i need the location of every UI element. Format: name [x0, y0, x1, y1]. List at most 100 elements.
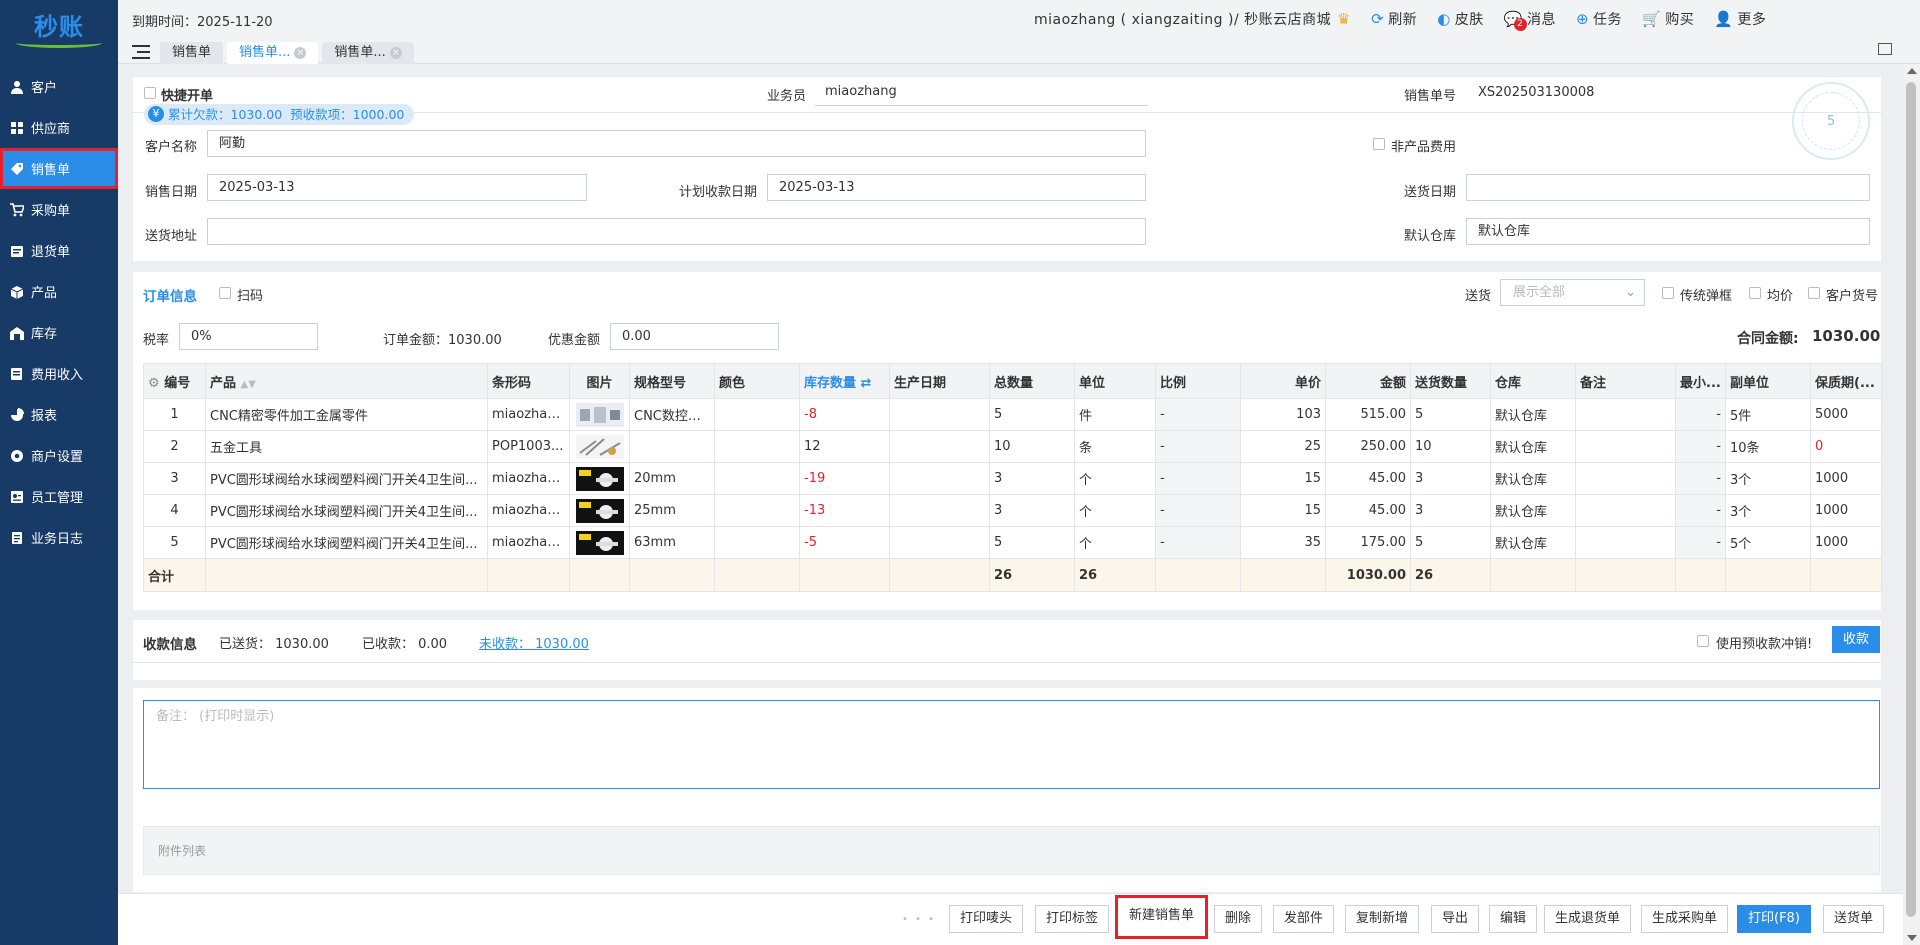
cell-warehouse[interactable]: 默认仓库 — [1490, 462, 1576, 495]
delivery-note-button[interactable]: 送货单 — [1823, 905, 1885, 933]
cell-product[interactable]: PVC圆形球阀给水球阀塑料阀门开关4卫生间... — [205, 526, 488, 559]
swap-icon[interactable]: ⇄ — [861, 376, 872, 391]
more-actions-ellipsis[interactable]: • • • — [902, 914, 936, 925]
cell-barcode[interactable]: miaozhan... — [487, 462, 570, 495]
col-image[interactable]: 图片 — [569, 363, 630, 399]
table-row[interactable]: 4 PVC圆形球阀给水球阀塑料阀门开关4卫生间... miaozhan... 2… — [143, 494, 1882, 527]
more-button[interactable]: 👤 更多 — [1714, 9, 1766, 29]
cell-spec[interactable]: 20mm — [629, 462, 715, 495]
col-color[interactable]: 颜色 — [714, 363, 800, 399]
col-stock[interactable]: 库存数量 ⇄ — [799, 363, 890, 399]
discount-field[interactable]: 0.00 — [610, 323, 779, 350]
sort-icon[interactable]: ▲▼ — [241, 379, 256, 390]
cell-note[interactable] — [1575, 526, 1676, 559]
tab-sales-detail-active[interactable]: 销售单... × — [227, 42, 319, 64]
cell-deliver[interactable]: 10 — [1410, 430, 1491, 463]
cell-note[interactable] — [1575, 398, 1676, 431]
cell-amount[interactable]: 515.00 — [1325, 398, 1411, 431]
sale-date-field[interactable]: 2025-03-13 — [207, 174, 587, 201]
cell-amount[interactable]: 45.00 — [1325, 462, 1411, 495]
cell-unit[interactable]: 个 — [1074, 462, 1156, 495]
tab-sales-detail[interactable]: 销售单... × — [322, 42, 414, 64]
cell-barcode[interactable]: miaozhan... — [487, 526, 570, 559]
table-row[interactable]: 5 PVC圆形球阀给水球阀塑料阀门开关4卫生间... miaozhan... 6… — [143, 526, 1882, 559]
col-unit[interactable]: 单位 — [1074, 363, 1156, 399]
scan-checkbox[interactable] — [219, 287, 231, 299]
buy-button[interactable]: 🛒 购买 — [1642, 9, 1694, 29]
edit-button[interactable]: 编辑 — [1489, 905, 1538, 933]
cell-price[interactable]: 35 — [1240, 526, 1326, 559]
cell-price[interactable]: 15 — [1240, 462, 1326, 495]
copy-new-button[interactable]: 复制新增 — [1345, 905, 1420, 933]
col-subunit[interactable]: 副单位 — [1725, 363, 1811, 399]
cell-note[interactable] — [1575, 462, 1676, 495]
close-icon[interactable]: × — [294, 46, 307, 59]
quick-open-checkbox[interactable] — [144, 87, 156, 99]
collect-button[interactable]: 收款 — [1832, 626, 1880, 653]
cell-color[interactable] — [714, 494, 800, 527]
cell-image[interactable] — [569, 494, 630, 527]
sidebar-item-return[interactable]: 退货单 — [0, 230, 118, 271]
unpaid-link[interactable]: 未收款： 1030.00 — [479, 633, 589, 652]
cell-image[interactable] — [569, 462, 630, 495]
menu-toggle-icon[interactable] — [132, 45, 150, 59]
generate-purchase-button[interactable]: 生成采购单 — [1641, 905, 1729, 933]
address-field[interactable] — [207, 218, 1146, 245]
cell-unit[interactable]: 个 — [1074, 494, 1156, 527]
cell-qty[interactable]: 10 — [989, 430, 1075, 463]
table-row[interactable]: 1 CNC精密零件加工金属零件 miaozhan... CNC数控车... -8… — [143, 398, 1882, 431]
print-button[interactable]: 打印(F8) — [1737, 905, 1811, 933]
cell-spec[interactable] — [629, 430, 715, 463]
cell-barcode[interactable]: miaozhan... — [487, 494, 570, 527]
print-mark-button[interactable]: 打印唛头 — [949, 905, 1024, 933]
scroll-down-icon[interactable] — [1907, 935, 1917, 941]
scroll-up-icon[interactable] — [1907, 68, 1917, 74]
cell-product[interactable]: PVC圆形球阀给水球阀塑料阀门开关4卫生间... — [205, 494, 488, 527]
sidebar-item-supplier[interactable]: 供应商 — [0, 107, 118, 148]
sidebar-item-merchant-settings[interactable]: 商户设置 — [0, 435, 118, 476]
delete-button[interactable]: 删除 — [1214, 905, 1263, 933]
cell-shelf[interactable]: 1000 — [1810, 526, 1882, 559]
cell-deliver[interactable]: 3 — [1410, 462, 1491, 495]
avg-price-checkbox[interactable] — [1749, 287, 1761, 299]
cell-deliver[interactable]: 5 — [1410, 526, 1491, 559]
col-no[interactable]: ⚙ 编号 — [143, 363, 206, 399]
cell-amount[interactable]: 45.00 — [1325, 494, 1411, 527]
cell-warehouse[interactable]: 默认仓库 — [1490, 494, 1576, 527]
delivery-date-field[interactable] — [1466, 174, 1870, 201]
cell-spec[interactable]: CNC数控车... — [629, 398, 715, 431]
cell-spec[interactable]: 63mm — [629, 526, 715, 559]
print-tag-button[interactable]: 打印标签 — [1035, 905, 1110, 933]
gear-icon[interactable]: ⚙ — [148, 376, 160, 391]
cell-color[interactable] — [714, 398, 800, 431]
cell-deliver[interactable]: 5 — [1410, 398, 1491, 431]
cell-date[interactable] — [889, 398, 990, 431]
cell-qty[interactable]: 5 — [989, 526, 1075, 559]
cell-price[interactable]: 103 — [1240, 398, 1326, 431]
fullscreen-icon[interactable] — [1878, 43, 1892, 55]
sidebar-item-log[interactable]: 业务日志 — [0, 517, 118, 558]
cell-warehouse[interactable]: 默认仓库 — [1490, 398, 1576, 431]
new-sale-button[interactable]: 新建销售单 — [1115, 895, 1209, 939]
col-deliver-qty[interactable]: 送货数量 — [1410, 363, 1491, 399]
tab-sales-list[interactable]: 销售单 — [160, 42, 224, 64]
col-shelf-life[interactable]: 保质期(... — [1810, 363, 1882, 399]
cell-image[interactable] — [569, 526, 630, 559]
cell-image[interactable] — [569, 430, 630, 463]
cell-price[interactable]: 25 — [1240, 430, 1326, 463]
col-warehouse[interactable]: 仓库 — [1490, 363, 1576, 399]
cell-qty[interactable]: 3 — [989, 462, 1075, 495]
cell-barcode[interactable]: POP1003... — [487, 430, 570, 463]
cell-amount[interactable]: 175.00 — [1325, 526, 1411, 559]
customer-item-no-checkbox[interactable] — [1808, 287, 1820, 299]
customer-field[interactable]: 阿勤 — [207, 130, 1146, 157]
sidebar-item-sales[interactable]: 销售单 — [0, 148, 118, 189]
delivery-filter-select[interactable]: 展示全部 ⌄ — [1500, 279, 1645, 306]
col-barcode[interactable]: 条形码 — [487, 363, 570, 399]
close-icon[interactable]: × — [389, 46, 402, 59]
cell-date[interactable] — [889, 430, 990, 463]
table-row[interactable]: 2 五金工具 POP1003... 12 10 条 - 25 250.00 10… — [143, 430, 1882, 463]
cell-date[interactable] — [889, 494, 990, 527]
plan-date-field[interactable]: 2025-03-13 — [767, 174, 1146, 201]
send-parts-button[interactable]: 发部件 — [1273, 905, 1335, 933]
